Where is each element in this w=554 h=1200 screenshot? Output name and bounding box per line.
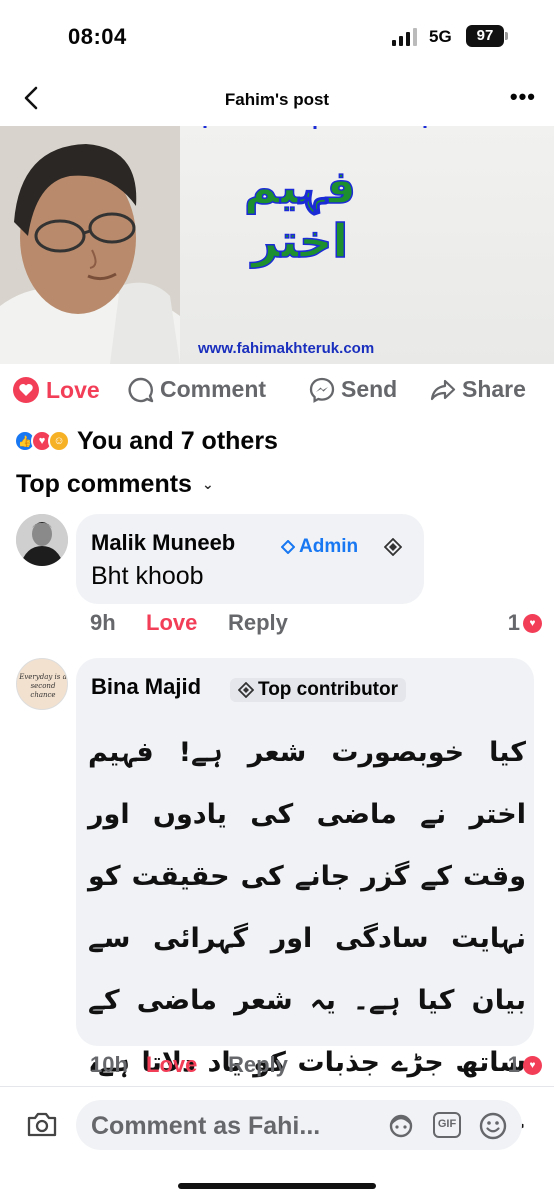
author-photo bbox=[0, 126, 180, 364]
comment-bubble: Malik Muneeb Admin Bht khoob bbox=[76, 514, 424, 604]
chevron-down-icon: ⌄ bbox=[201, 476, 214, 492]
diamond-badge-icon bbox=[281, 540, 295, 554]
comment-meta: 9h Love Reply bbox=[90, 610, 288, 636]
avatar[interactable]: Everyday is a second chance bbox=[16, 658, 68, 710]
post-image[interactable]: فہیم اختر www.fahimakhteruk.com bbox=[0, 126, 554, 364]
nav-bar: Fahim's post ••• bbox=[0, 72, 554, 126]
comment-input[interactable]: Comment as Fahi... GIF bbox=[76, 1100, 522, 1150]
avatar-text: Everyday is a second chance bbox=[19, 673, 67, 699]
avatar[interactable] bbox=[16, 514, 68, 566]
comment-input-placeholder: Comment as Fahi... bbox=[91, 1112, 321, 1140]
reaction-summary-text: You and 7 others bbox=[77, 426, 278, 455]
reaction-summary[interactable]: 👍 ♥ ☺ You and 7 others bbox=[14, 426, 278, 456]
comment-text: کیا خوبصورت شعر ہے! فہیم اختر نے ماضی کی… bbox=[88, 737, 526, 1140]
avatar-sticker-icon[interactable] bbox=[386, 1112, 416, 1140]
comment-reaction-count[interactable]: 1 ♥ bbox=[508, 610, 542, 636]
gif-icon[interactable]: GIF bbox=[433, 1112, 461, 1138]
page-title: Fahim's post bbox=[224, 90, 330, 109]
image-website: www.fahimakhteruk.com bbox=[198, 340, 375, 357]
image-title: فہیم اختر bbox=[243, 159, 356, 269]
comment-love-button[interactable]: Love bbox=[146, 610, 228, 636]
top-comments-label: Top comments bbox=[16, 470, 192, 498]
comment-composer: Comment as Fahi... GIF bbox=[0, 1096, 554, 1156]
status-time: 08:04 bbox=[68, 24, 127, 49]
divider bbox=[0, 1086, 554, 1087]
top-contributor-label: Top contributor bbox=[258, 679, 399, 700]
comment-button[interactable]: Comment bbox=[128, 376, 266, 403]
heart-icon: ♥ bbox=[523, 613, 542, 633]
share-icon bbox=[430, 379, 456, 400]
reaction-count-value: 1 bbox=[507, 1052, 520, 1077]
comment-reaction-count[interactable]: 1 ♥ bbox=[508, 1052, 542, 1078]
care-reaction-icon: ☺ bbox=[48, 430, 70, 452]
comment-author[interactable]: Bina Majid bbox=[91, 674, 201, 700]
heart-icon: ♥ bbox=[523, 1055, 542, 1075]
messenger-icon bbox=[309, 377, 335, 403]
send-label: Send bbox=[341, 376, 398, 402]
more-icon[interactable]: ••• bbox=[510, 84, 536, 110]
love-button[interactable]: Love bbox=[12, 376, 100, 404]
comment-time: 9h bbox=[90, 610, 116, 635]
home-indicator[interactable] bbox=[178, 1183, 376, 1189]
comment-icon bbox=[128, 377, 154, 402]
reaction-count-value: 1 bbox=[507, 610, 520, 635]
comment-meta: 10h Love Reply bbox=[90, 1052, 288, 1078]
comment-time: 10h bbox=[90, 1052, 128, 1077]
admin-badge-label: Admin bbox=[299, 536, 359, 557]
comment-reply-button[interactable]: Reply bbox=[228, 1052, 288, 1078]
top-contributor-badge: Top contributor bbox=[230, 678, 407, 702]
status-bar: 08:04 5G 97 bbox=[0, 0, 554, 72]
comment-label: Comment bbox=[160, 376, 267, 402]
diamond-badge-icon bbox=[384, 538, 402, 556]
diamond-badge-icon bbox=[238, 682, 254, 698]
battery-icon: 97 bbox=[466, 25, 508, 47]
heart-icon bbox=[13, 377, 39, 403]
comment-love-button[interactable]: Love bbox=[146, 1052, 228, 1078]
admin-badge: Admin bbox=[281, 536, 358, 558]
share-label: Share bbox=[462, 376, 526, 402]
network-type: 5G bbox=[429, 27, 452, 46]
post-actions: Love Comment Send Share bbox=[0, 368, 554, 412]
top-comments-sort[interactable]: Top comments ⌄ bbox=[16, 470, 214, 499]
love-label: Love bbox=[46, 376, 100, 403]
send-button[interactable]: Send bbox=[309, 376, 397, 403]
comment-text: Bht khoob bbox=[91, 562, 204, 590]
signal-icon bbox=[392, 28, 417, 46]
comment-bubble: Bina Majid Top contributor کیا خوبصورت ش… bbox=[76, 658, 534, 1140]
comment-reply-button[interactable]: Reply bbox=[228, 610, 288, 636]
share-button[interactable]: Share bbox=[430, 376, 526, 403]
emoji-icon[interactable] bbox=[478, 1111, 508, 1141]
camera-icon[interactable] bbox=[26, 1110, 58, 1138]
comment-author[interactable]: Malik Muneeb bbox=[91, 530, 235, 556]
decorative-text-fragment bbox=[203, 126, 427, 129]
